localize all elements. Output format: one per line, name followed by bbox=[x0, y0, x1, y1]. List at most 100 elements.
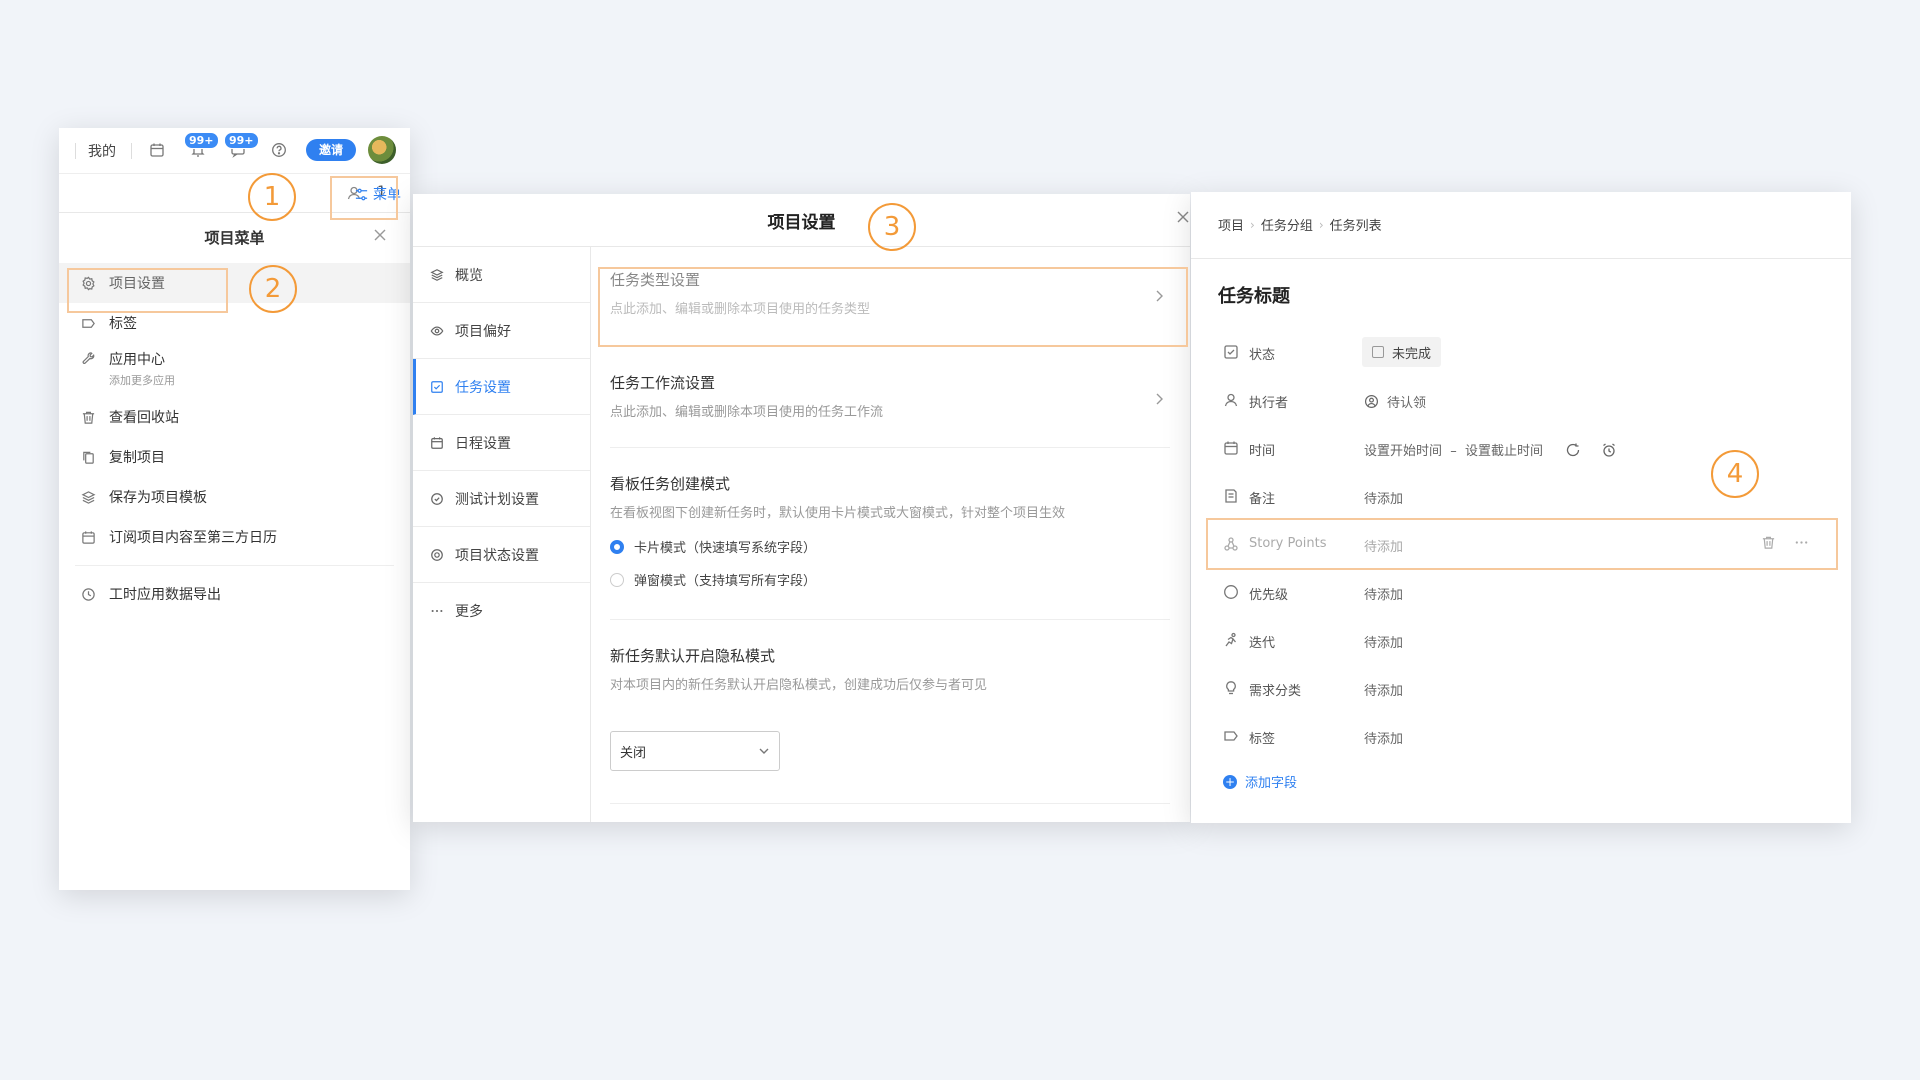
highlight-story-points bbox=[1206, 518, 1838, 570]
clock-icon bbox=[79, 585, 97, 603]
chevron-right-icon: › bbox=[1250, 217, 1255, 232]
radio-unselected-icon bbox=[610, 572, 624, 587]
message-badge: 99+ bbox=[224, 132, 259, 149]
layers-icon bbox=[79, 488, 97, 506]
radio-popup-mode[interactable]: 弹窗模式（支持填写所有字段） bbox=[610, 570, 1170, 589]
divider bbox=[610, 447, 1170, 448]
alarm-icon[interactable] bbox=[1601, 442, 1617, 458]
field-iteration: 迭代 待添加 bbox=[1191, 617, 1851, 665]
field-value: 待认领 bbox=[1387, 396, 1427, 411]
field-value[interactable]: 待添加 bbox=[1364, 632, 1403, 651]
field-label: 迭代 bbox=[1249, 636, 1276, 651]
project-menu: 项目菜单 项目设置 标签 应用中心 添加更多应用 查看回收站 复制项目 保存为项… bbox=[59, 212, 410, 890]
close-icon[interactable] bbox=[1176, 210, 1190, 224]
menu-item-copy-project[interactable]: 复制项目 bbox=[59, 437, 410, 477]
checkbox-empty-icon bbox=[1372, 346, 1384, 358]
field-value: 设置开始时间 – 设置截止时间 bbox=[1364, 444, 1544, 459]
add-field-button[interactable]: + 添加字段 bbox=[1223, 772, 1297, 791]
calendar-icon bbox=[1223, 440, 1239, 456]
repeat-icon[interactable] bbox=[1565, 442, 1581, 458]
annotation-marker-3: 3 bbox=[868, 203, 916, 251]
nav-item-label: 项目偏好 bbox=[455, 323, 511, 340]
section-desc: 在看板视图下创建新任务时，默认使用卡片模式或大窗模式，针对整个项目生效 bbox=[610, 506, 1066, 521]
chevron-right-icon bbox=[1154, 392, 1164, 406]
status-toggle[interactable]: 未完成 bbox=[1362, 337, 1442, 367]
chevron-right-icon: › bbox=[1318, 217, 1324, 232]
radio-selected-icon bbox=[610, 539, 624, 554]
section-title: 看板任务创建模式 bbox=[610, 475, 731, 493]
field-label: 状态 bbox=[1249, 348, 1276, 363]
dialog-title: 项目设置 bbox=[767, 213, 836, 233]
wrench-icon bbox=[79, 349, 97, 367]
breadcrumb-item[interactable]: 任务列表 bbox=[1330, 215, 1382, 234]
nav-item-preferences[interactable]: 项目偏好 bbox=[413, 303, 590, 359]
menu-item-label: 应用中心 bbox=[109, 352, 165, 368]
section-desc: 点此添加、编辑或删除本项目使用的任务工作流 bbox=[610, 405, 884, 420]
task-title[interactable]: 任务标题 bbox=[1218, 282, 1290, 308]
kanban-mode-section: 看板任务创建模式 在看板视图下创建新任务时，默认使用卡片模式或大窗模式，针对整个… bbox=[610, 473, 1170, 589]
checkbox-icon bbox=[429, 379, 445, 395]
radio-label: 卡片模式（快速填写系统字段） bbox=[634, 541, 817, 556]
field-value[interactable]: 待添加 bbox=[1364, 488, 1403, 507]
calendar-icon bbox=[79, 528, 97, 546]
help-icon[interactable] bbox=[267, 138, 291, 162]
highlight-project-settings bbox=[67, 268, 228, 313]
mine-link[interactable]: 我的 bbox=[88, 141, 116, 161]
privacy-mode-select[interactable]: 关闭 bbox=[610, 731, 780, 771]
workflow-settings-row[interactable]: 任务工作流设置 点此添加、编辑或删除本项目使用的任务工作流 bbox=[610, 372, 1170, 420]
highlight-task-type-settings bbox=[598, 267, 1188, 347]
nav-item-label: 日程设置 bbox=[455, 435, 511, 452]
field-value[interactable]: 待添加 bbox=[1364, 584, 1403, 603]
field-label: 执行者 bbox=[1249, 396, 1289, 411]
user-circle-icon bbox=[1364, 394, 1379, 409]
menu-item-label: 订阅项目内容至第三方日历 bbox=[109, 530, 277, 546]
target-icon bbox=[429, 547, 445, 563]
breadcrumb-item[interactable]: 任务分组 bbox=[1261, 215, 1313, 234]
circle-icon bbox=[1223, 584, 1239, 600]
highlight-menu-button bbox=[330, 176, 398, 220]
top-bar: 我的 99+ 99+ 邀请 bbox=[59, 128, 410, 173]
invite-button[interactable]: 邀请 bbox=[306, 139, 356, 161]
menu-item-label: 复制项目 bbox=[109, 450, 165, 466]
status-value: 未完成 bbox=[1392, 346, 1432, 362]
tag-icon bbox=[79, 314, 97, 332]
project-menu-panel: 我的 99+ 99+ 邀请 1 菜单 项目菜单 项目设置 标签 应用中心 添加更… bbox=[59, 128, 410, 890]
trash-icon bbox=[79, 408, 97, 426]
section-title: 任务工作流设置 bbox=[610, 374, 716, 392]
radio-label: 弹窗模式（支持填写所有字段） bbox=[634, 574, 817, 589]
avatar[interactable] bbox=[368, 136, 396, 164]
menu-item-subscribe-calendar[interactable]: 订阅项目内容至第三方日历 bbox=[59, 517, 410, 557]
field-value[interactable]: 待添加 bbox=[1364, 728, 1403, 747]
breadcrumb: 项目 › 任务分组 › 任务列表 bbox=[1218, 215, 1382, 235]
nav-item-test-plan-settings[interactable]: 测试计划设置 bbox=[413, 471, 590, 527]
privacy-mode-section: 新任务默认开启隐私模式 对本项目内的新任务默认开启隐私模式，创建成功后仅参与者可… bbox=[610, 645, 1170, 693]
layers-icon bbox=[429, 267, 445, 283]
divider bbox=[610, 619, 1170, 620]
menu-item-label: 查看回收站 bbox=[109, 410, 179, 426]
menu-item-export-worktime[interactable]: 工时应用数据导出 bbox=[59, 574, 410, 614]
menu-item-save-template[interactable]: 保存为项目模板 bbox=[59, 477, 410, 517]
nav-item-project-status-settings[interactable]: 项目状态设置 bbox=[413, 527, 590, 583]
time-value[interactable]: 设置开始时间 – 设置截止时间 bbox=[1364, 440, 1617, 459]
radio-card-mode[interactable]: 卡片模式（快速填写系统字段） bbox=[610, 537, 1170, 556]
field-status: 状态 未完成 bbox=[1191, 329, 1851, 377]
note-icon bbox=[1223, 488, 1239, 504]
select-value: 关闭 bbox=[620, 745, 647, 761]
field-value[interactable]: 待添加 bbox=[1364, 680, 1403, 699]
breadcrumb-item[interactable]: 项目 bbox=[1218, 215, 1244, 234]
divider bbox=[131, 143, 132, 159]
user-icon bbox=[1223, 392, 1239, 408]
nav-item-overview[interactable]: 概览 bbox=[413, 247, 590, 303]
nav-item-label: 项目状态设置 bbox=[455, 547, 539, 564]
field-priority: 优先级 待添加 bbox=[1191, 569, 1851, 617]
calendar-icon[interactable] bbox=[145, 138, 169, 162]
nav-item-more[interactable]: 更多 bbox=[413, 583, 590, 639]
dialog-header: 项目设置 bbox=[413, 194, 1190, 247]
chevron-down-icon bbox=[757, 744, 771, 758]
menu-item-app-center[interactable]: 应用中心 添加更多应用 bbox=[59, 343, 410, 397]
nav-item-task-settings[interactable]: 任务设置 bbox=[413, 359, 590, 415]
nav-item-schedule-settings[interactable]: 日程设置 bbox=[413, 415, 590, 471]
menu-item-recycle-bin[interactable]: 查看回收站 bbox=[59, 397, 410, 437]
close-icon[interactable] bbox=[373, 228, 387, 242]
assignee-value[interactable]: 待认领 bbox=[1364, 392, 1426, 411]
